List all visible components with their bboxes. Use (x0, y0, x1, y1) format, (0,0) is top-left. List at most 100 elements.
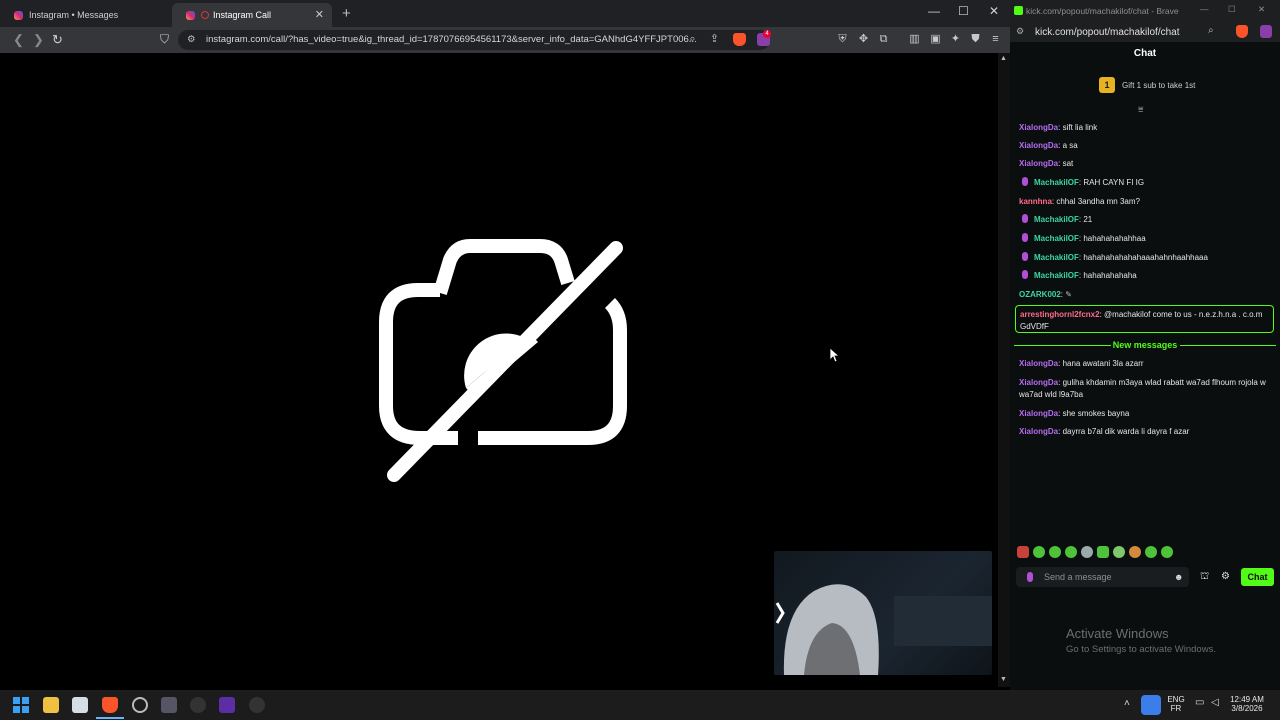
chat-message[interactable]: MachakilOF: hahahahahaha (1019, 270, 1274, 282)
brave-shields-icon[interactable] (1236, 25, 1248, 38)
file-explorer-icon[interactable] (43, 697, 59, 713)
kick-logo-icon (1014, 6, 1023, 15)
chat-message[interactable]: XialongDa: dayrra b7al dik warda li dayr… (1019, 426, 1274, 438)
chat-send-button[interactable]: Chat (1241, 568, 1274, 586)
emote-icon[interactable] (1081, 546, 1093, 558)
emote-icon[interactable] (1145, 546, 1157, 558)
new-tab-button[interactable]: + (342, 5, 351, 22)
chat-message[interactable]: XialongDa: sat (1019, 158, 1274, 170)
extensions-icon[interactable]: ✥ (857, 33, 870, 46)
chat-message[interactable]: XialongDa: hana awatani 3la azarr (1019, 358, 1274, 370)
chat-message[interactable]: XialongDa: sift lia link (1019, 122, 1274, 134)
chat-username[interactable]: MachakilOF (1034, 271, 1079, 280)
reload-icon[interactable]: ↻ (52, 32, 63, 48)
volume-icon[interactable]: ◁ (1211, 697, 1219, 708)
chat-username[interactable]: XialongDa (1019, 409, 1058, 418)
chat-message[interactable]: OZARK002: ✎ (1019, 289, 1274, 301)
gift-sub-banner[interactable]: 1 Gift 1 sub to take 1st (1010, 74, 1280, 96)
microphone-icon[interactable] (1141, 695, 1161, 715)
bookmark-icon[interactable]: ⛉ (160, 32, 169, 47)
highlighted-chat-message[interactable]: arrestinghornl2fcnx2: @machakilof come t… (1015, 305, 1274, 333)
scroll-up-icon[interactable]: ▲ (1000, 55, 1007, 62)
app-icon[interactable] (190, 697, 206, 713)
emote-icon[interactable] (1033, 546, 1045, 558)
chat-username[interactable]: XialongDa (1019, 359, 1058, 368)
maximize-icon[interactable]: ☐ (1228, 4, 1236, 15)
emote-icon[interactable] (1049, 546, 1061, 558)
chat-username[interactable]: OZARK002 (1019, 290, 1061, 299)
chat-message[interactable]: kannhna: chhal 3andha mn 3am? (1019, 196, 1274, 208)
chat-username[interactable]: MachakilOF (1034, 215, 1079, 224)
clock[interactable]: 12:49 AM 3/8/2026 (1226, 695, 1268, 713)
chat-username[interactable]: XialongDa (1019, 427, 1058, 436)
emoji-icon[interactable]: ☻ (1174, 567, 1183, 587)
minimize-icon[interactable]: — (1200, 4, 1209, 14)
emote-icon[interactable] (1161, 546, 1173, 558)
chat-message[interactable]: MachakilOF: RAH CAYN FI IG (1019, 177, 1274, 189)
store-icon[interactable] (72, 697, 88, 713)
chat-username[interactable]: MachakilOF (1034, 253, 1079, 262)
chat-username[interactable]: MachakilOF (1034, 178, 1079, 187)
tray-overflow-icon[interactable]: ˄ (1124, 698, 1130, 709)
chat-username[interactable]: XialongDa (1019, 141, 1058, 150)
chat-username[interactable]: XialongDa (1019, 123, 1058, 132)
chat-message[interactable]: MachakilOF: hahahahahahhaa (1019, 233, 1274, 245)
brave-browser-icon[interactable] (102, 697, 118, 713)
back-icon[interactable]: ❮ (13, 32, 24, 48)
network-icon[interactable]: ▭ (1195, 697, 1204, 708)
chat-username[interactable]: XialongDa (1019, 378, 1058, 387)
chat-filter-icon[interactable]: ⩸ (1138, 104, 1143, 115)
chat-message[interactable]: MachakilOF: hahahahahahahaaahahnhaahhaaa (1019, 252, 1274, 264)
vpn-icon[interactable]: ⛊ (969, 33, 982, 46)
site-settings-icon[interactable]: ⚙ (1016, 26, 1024, 37)
share-icon[interactable]: ⇪ (708, 33, 721, 46)
chat-message[interactable]: XialongDa: guliha khdamin m3aya wlad rab… (1019, 377, 1274, 400)
maximize-icon[interactable]: ☐ (958, 4, 969, 18)
settings-gear-icon[interactable]: ⚙ (1221, 571, 1230, 582)
emote-icon[interactable] (1065, 546, 1077, 558)
app-icon[interactable] (161, 697, 177, 713)
close-tab-icon[interactable]: ✕ (315, 8, 324, 21)
close-window-icon[interactable]: ✕ (989, 4, 999, 18)
chat-username[interactable]: kannhna (1019, 197, 1052, 206)
gift-rank-badge: 1 (1099, 77, 1115, 93)
emote-icon[interactable] (1017, 546, 1029, 558)
brave-shields-icon[interactable] (733, 33, 746, 46)
app-icon[interactable] (219, 697, 235, 713)
close-window-icon[interactable]: ✕ (1258, 4, 1265, 15)
scrollbar[interactable]: ▲ ▼ (998, 53, 1010, 687)
search-icon[interactable]: ⌕ (1208, 25, 1214, 36)
chat-username[interactable]: XialongDa (1019, 159, 1058, 168)
menu-icon[interactable]: ≡ (989, 33, 1002, 46)
forward-icon[interactable]: ❯ (33, 32, 44, 48)
emote-icon[interactable] (1113, 546, 1125, 558)
vpn-shield-icon[interactable]: ⛨ (836, 33, 849, 46)
language-indicator[interactable]: ENG FR (1165, 695, 1187, 713)
chat-username[interactable]: arrestinghornl2fcnx2 (1020, 310, 1100, 319)
chrome-app-icon[interactable] (132, 697, 148, 713)
zoom-icon[interactable]: ⌕ (686, 33, 699, 46)
chat-username[interactable]: MachakilOF (1034, 234, 1079, 243)
send-message-input[interactable]: Send a message ☻ (1016, 567, 1189, 587)
sidebar-icon[interactable]: ▥ (908, 33, 921, 46)
emote-icon[interactable] (1129, 546, 1141, 558)
chat-message[interactable]: XialongDa: she smokes bayna (1019, 408, 1274, 420)
app-icon[interactable] (249, 697, 265, 713)
self-view-video[interactable] (774, 551, 992, 675)
chat-message[interactable]: XialongDa: a sa (1019, 140, 1274, 152)
leo-ai-icon[interactable]: ✦ (949, 33, 962, 46)
windows-start-icon[interactable] (13, 697, 29, 713)
wallet-icon[interactable]: ▣ (929, 33, 942, 46)
tab-instagram-call[interactable]: Instagram Call ✕ (172, 3, 332, 27)
brave-rewards-icon[interactable] (1260, 25, 1272, 38)
site-settings-icon[interactable]: ⚙ (187, 30, 196, 50)
minimize-icon[interactable]: — (928, 4, 940, 18)
address-bar[interactable]: ⚙ instagram.com/call/?has_video=true&ig_… (178, 30, 770, 50)
gift-icon[interactable]: ⛫ (1200, 571, 1209, 584)
tab-instagram-messages[interactable]: Instagram • Messages (0, 3, 170, 27)
screenshot-icon[interactable]: ⧉ (877, 33, 890, 46)
chat-message[interactable]: MachakilOF: 21 (1019, 214, 1274, 226)
popout-address-bar[interactable]: ⚙ kick.com/popout/machakilof/chat ⌕ (1010, 22, 1280, 42)
scroll-down-icon[interactable]: ▼ (1000, 676, 1007, 683)
emote-icon[interactable] (1097, 546, 1109, 558)
